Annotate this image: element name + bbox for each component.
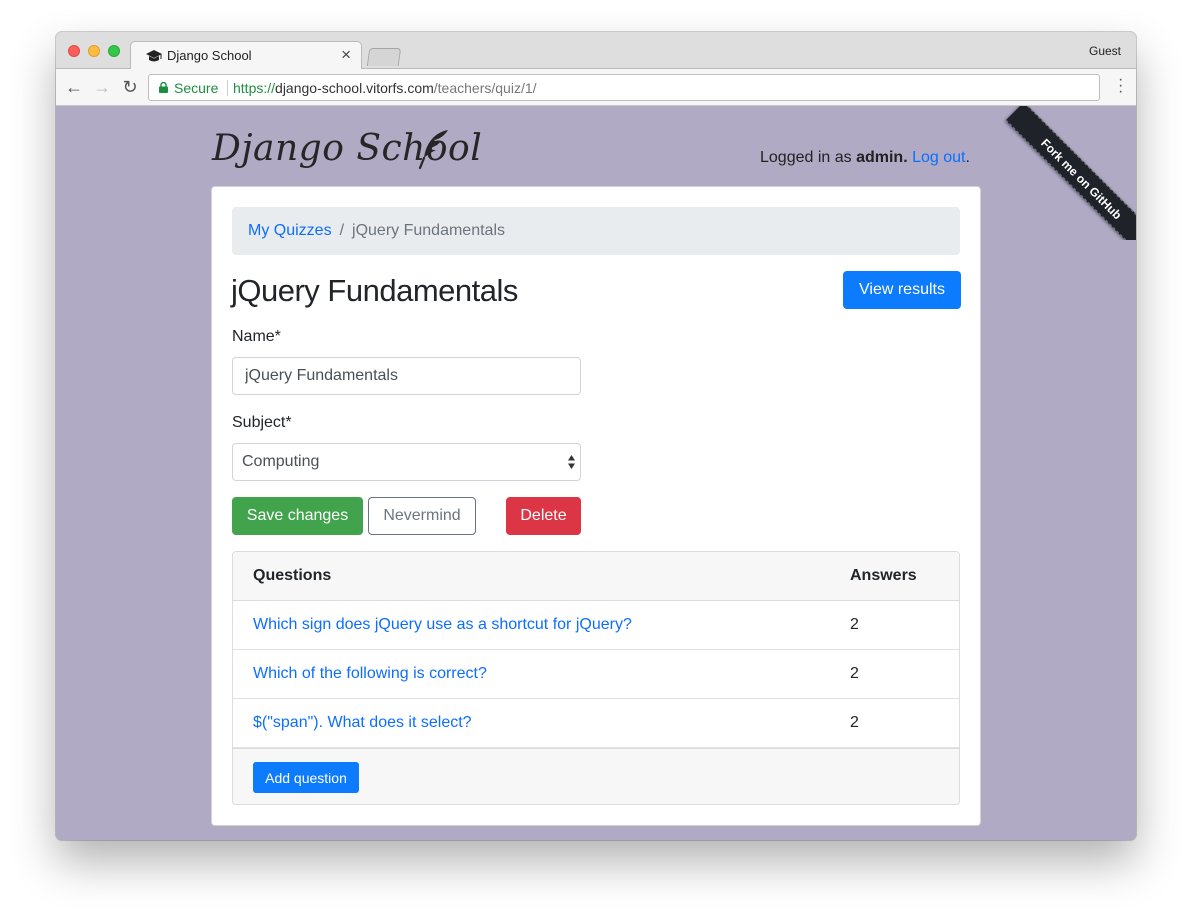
tab-close-icon[interactable]: × — [341, 45, 351, 65]
browser-window: Django School × Guest ← → ↻ Secure https… — [56, 32, 1136, 840]
questions-table-footer: Add question — [233, 748, 959, 804]
feather-icon — [418, 130, 448, 170]
breadcrumb: My Quizzes / jQuery Fundamentals — [232, 207, 960, 255]
save-changes-button[interactable]: Save changes — [232, 497, 363, 535]
tab-title: Django School — [167, 48, 252, 63]
table-row: Which sign does jQuery use as a shortcut… — [233, 601, 959, 650]
address-bar[interactable]: Secure https://django-school.vitorfs.com… — [148, 74, 1100, 101]
breadcrumb-my-quizzes[interactable]: My Quizzes — [248, 222, 332, 239]
omnibox-divider — [227, 80, 228, 96]
nevermind-button[interactable]: Nevermind — [368, 497, 476, 535]
reload-icon[interactable]: ↻ — [120, 77, 140, 97]
question-link[interactable]: Which sign does jQuery use as a shortcut… — [253, 616, 632, 634]
add-question-button[interactable]: Add question — [253, 762, 359, 793]
subject-select[interactable]: Computing — [232, 443, 581, 481]
column-answers: Answers — [850, 567, 917, 584]
new-tab-button[interactable] — [366, 48, 402, 66]
table-row: $("span"). What does it select? 2 — [233, 699, 959, 748]
question-link[interactable]: Which of the following is correct? — [253, 665, 487, 683]
back-arrow-icon[interactable]: ← — [64, 77, 84, 97]
lock-icon — [159, 82, 168, 93]
breadcrumb-separator: / — [339, 222, 345, 239]
logout-link[interactable]: Log out — [912, 149, 965, 166]
browser-tab[interactable]: Django School × — [130, 41, 362, 70]
secure-label: Secure — [174, 80, 219, 96]
view-results-button[interactable]: View results — [843, 271, 961, 309]
title-bar: Django School × Guest — [56, 32, 1136, 70]
delete-button[interactable]: Delete — [506, 497, 581, 535]
profile-label[interactable]: Guest — [1089, 44, 1121, 58]
browser-toolbar: ← → ↻ Secure https://django-school.vitor… — [56, 69, 1136, 106]
login-status: Logged in as admin. Log out. — [760, 149, 970, 166]
graduation-cap-icon — [146, 50, 162, 62]
name-label: Name* — [232, 328, 281, 345]
questions-table: Questions Answers Which sign does jQuery… — [232, 551, 960, 805]
answer-count: 2 — [850, 714, 859, 731]
questions-table-header: Questions Answers — [233, 552, 959, 601]
username: admin. — [856, 149, 908, 166]
url-text: https://django-school.vitorfs.com/teache… — [233, 80, 537, 96]
column-questions: Questions — [253, 567, 332, 584]
forward-arrow-icon[interactable]: → — [92, 77, 112, 97]
maximize-window-button[interactable] — [108, 45, 120, 57]
subject-selected-value: Computing — [242, 453, 320, 470]
browser-menu-icon[interactable]: · · · — [1118, 72, 1123, 100]
table-row: Which of the following is correct? 2 — [233, 650, 959, 699]
minimize-window-button[interactable] — [88, 45, 100, 57]
answer-count: 2 — [850, 616, 859, 633]
question-link[interactable]: $("span"). What does it select? — [253, 714, 472, 732]
github-ribbon-wrap: Fork me on GitHub — [1002, 106, 1136, 240]
breadcrumb-current: jQuery Fundamentals — [352, 222, 505, 239]
name-input[interactable] — [232, 357, 581, 395]
page-title: jQuery Fundamentals — [231, 273, 518, 308]
answer-count: 2 — [850, 665, 859, 682]
fork-me-ribbon[interactable]: Fork me on GitHub — [1005, 106, 1136, 240]
close-window-button[interactable] — [68, 45, 80, 57]
quiz-card: My Quizzes / jQuery Fundamentals jQuery Fu… — [211, 186, 981, 826]
subject-label: Subject* — [232, 414, 292, 431]
select-arrows-icon — [568, 455, 575, 469]
